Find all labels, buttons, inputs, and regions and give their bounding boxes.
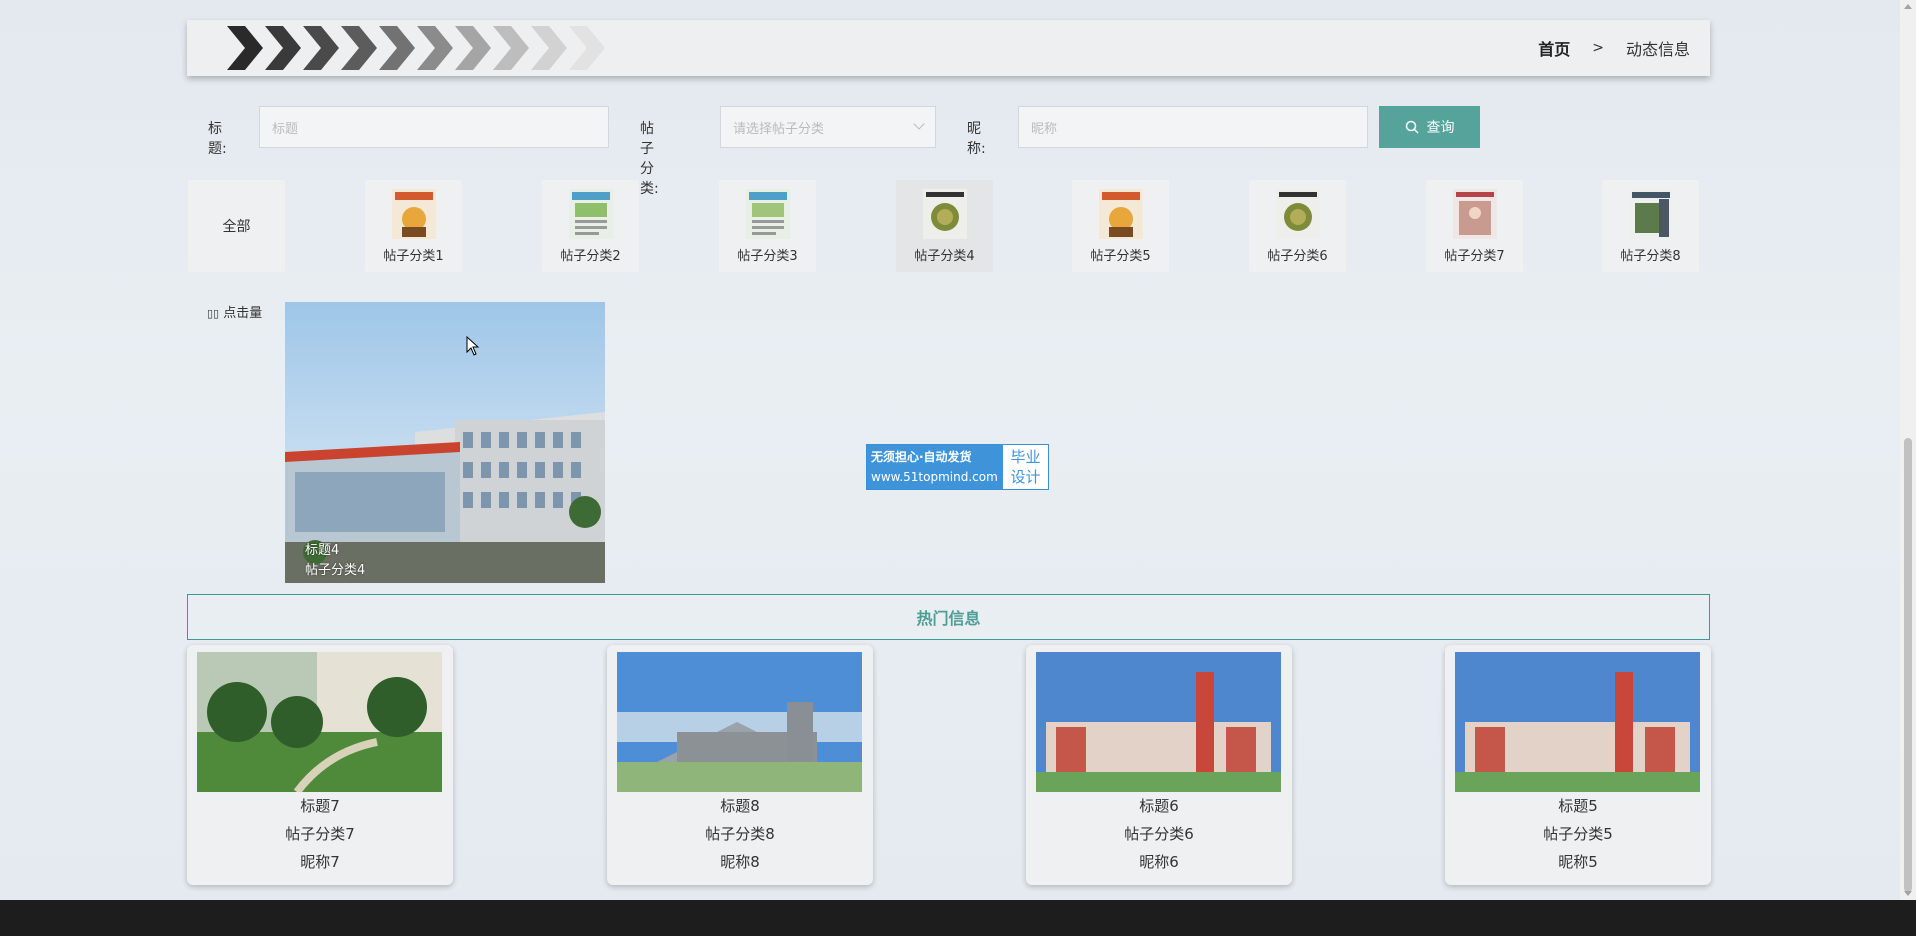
category-tab-label: 帖子分类7 [1444,249,1505,264]
hot-item-card[interactable]: 标题6 帖子分类6 昵称6 [1026,645,1292,885]
hot-item-category: 帖子分类6 [1124,825,1194,843]
watermark-url: www.51topmind.com [871,470,998,484]
category-thumbnail-icon [1452,189,1497,239]
title-input[interactable]: 标题 [259,106,609,148]
category-tab-label: 帖子分类5 [1090,249,1151,264]
hot-item-title: 标题5 [1558,797,1598,815]
category-tab-label: 帖子分类4 [914,249,975,264]
category-tab-5[interactable]: 帖子分类5 [1072,180,1169,272]
hot-item-title: 标题6 [1139,797,1179,815]
category-thumbnail-icon [1098,189,1143,239]
scroll-up-icon[interactable] [1904,4,1912,9]
category-tab-label: 帖子分类1 [383,249,444,264]
category-tab-4[interactable]: 帖子分类4 [896,180,993,272]
category-tab-3[interactable]: 帖子分类3 [719,180,816,272]
hot-item-title: 标题8 [720,797,760,815]
hot-item-image [617,652,862,792]
breadcrumb-bar: 首页 > 动态信息 [187,20,1710,76]
category-tab-7[interactable]: 帖子分类7 [1426,180,1523,272]
breadcrumb-home-link[interactable]: 首页 [1538,36,1570,60]
hot-item-nickname: 昵称5 [1558,853,1598,871]
vertical-scrollbar[interactable] [1900,0,1916,900]
hot-item-image [197,652,442,792]
category-tab-label: 帖子分类8 [1620,249,1681,264]
hot-item-nickname: 昵称7 [300,853,340,871]
sort-icon: ▯▯ [207,307,220,320]
search-icon [1405,120,1419,134]
category-tab-label: 帖子分类2 [560,249,621,264]
chevron-decoration-icon [227,26,605,70]
category-thumbnail-icon [1275,189,1320,239]
hot-item-title: 标题7 [300,797,340,815]
watermark-right: 毕业设计 [1010,448,1041,486]
post-card[interactable]: 标题4 帖子分类4 [285,302,605,583]
hot-item-image [1036,652,1281,792]
category-placeholder: 请选择帖子分类 [733,121,825,137]
hot-item-category: 帖子分类5 [1543,825,1613,843]
category-thumbnail-icon [391,189,436,239]
category-tab-label: 全部 [222,219,251,235]
category-thumbnail-icon [1628,189,1673,239]
category-tab-all[interactable]: 全部 [188,180,285,272]
category-tab-8[interactable]: 帖子分类8 [1602,180,1699,272]
hot-item-nickname: 昵称6 [1139,853,1179,871]
search-button[interactable]: 查询 [1379,106,1480,148]
nickname-label: 昵称: [967,121,986,157]
hot-item-image [1455,652,1700,792]
watermark-badge: 无须担心·自动发货 www.51topmind.com 毕业设计 [866,444,1049,490]
post-title: 标题4 [305,543,340,558]
search-button-label: 查询 [1426,120,1455,136]
sort-label: 点击量 [223,306,263,321]
nickname-placeholder: 昵称 [1031,121,1058,137]
breadcrumb: 首页 > 动态信息 [1538,36,1690,60]
scrollbar-thumb[interactable] [1904,438,1912,892]
watermark-left: 无须担心·自动发货 www.51topmind.com [867,445,1003,489]
category-thumbnail-icon [745,189,790,239]
category-tab-1[interactable]: 帖子分类1 [365,180,462,272]
nickname-input[interactable]: 昵称 [1018,106,1368,148]
title-placeholder: 标题 [272,121,299,137]
hot-section-title: 热门信息 [187,594,1710,640]
chevron-down-icon [913,118,925,130]
category-tab-label: 帖子分类3 [737,249,798,264]
category-tab-6[interactable]: 帖子分类6 [1249,180,1346,272]
title-label: 标题: [208,121,227,157]
category-select[interactable]: 请选择帖子分类 [720,106,936,148]
breadcrumb-current: 动态信息 [1625,40,1690,59]
breadcrumb-separator: > [1592,40,1604,56]
category-thumbnail-icon [568,189,613,239]
hot-item-card[interactable]: 标题8 帖子分类8 昵称8 [607,645,873,885]
page: 首页 > 动态信息 标题: 标题 帖子分类: 请选择帖子分类 昵称: 昵称 查询… [0,0,1900,900]
scroll-down-icon[interactable] [1904,891,1912,896]
category-tab-label: 帖子分类6 [1267,249,1328,264]
hot-item-nickname: 昵称8 [720,853,760,871]
category-thumbnail-icon [922,189,967,239]
hot-item-card[interactable]: 标题5 帖子分类5 昵称5 [1445,645,1711,885]
watermark-line1: 无须担心·自动发货 [871,450,972,464]
hot-item-category: 帖子分类7 [285,825,355,843]
post-caption: 标题4 帖子分类4 [305,541,365,581]
hot-item-category: 帖子分类8 [705,825,775,843]
category-tab-2[interactable]: 帖子分类2 [542,180,639,272]
taskbar [0,900,1916,936]
hot-item-card[interactable]: 标题7 帖子分类7 昵称7 [187,645,453,885]
category-label: 帖子分类: [640,121,659,197]
sort-by-clicks[interactable]: ▯▯ 点击量 [207,302,262,321]
post-category: 帖子分类4 [305,563,366,578]
mouse-cursor-icon [466,336,480,356]
hot-title-text: 热门信息 [916,609,981,628]
